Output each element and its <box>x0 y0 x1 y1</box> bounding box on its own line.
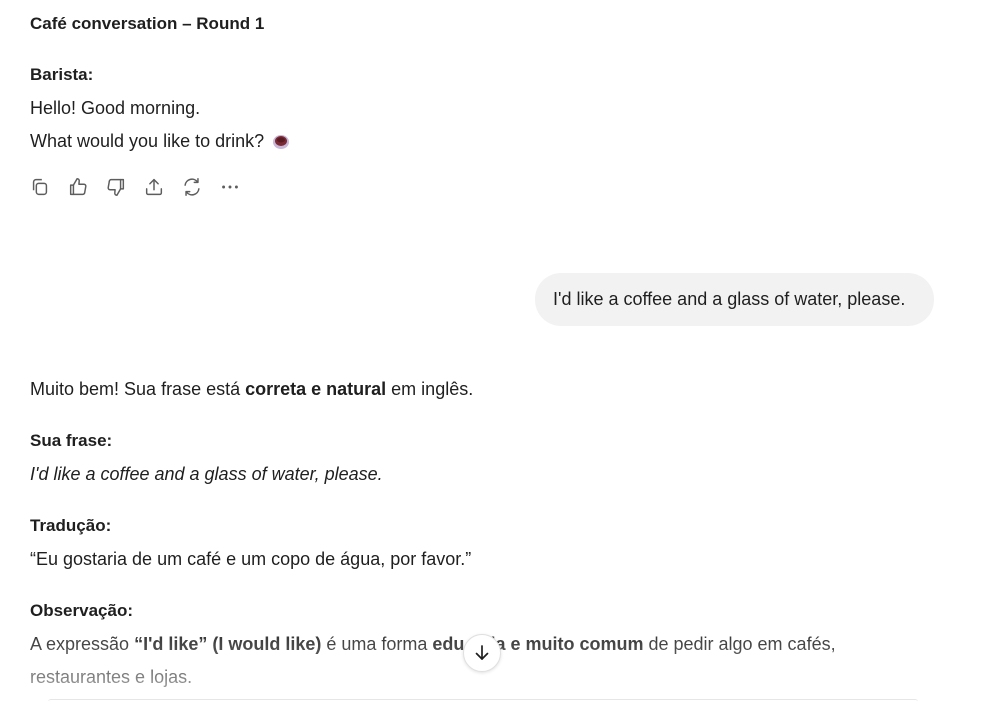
sentence-heading: Sua frase: <box>30 431 113 450</box>
response-intro: Muito bem! Sua frase está correta e natu… <box>30 377 473 401</box>
intro-bold: correta e natural <box>245 379 387 399</box>
coffee-cup-emoji-icon <box>272 132 290 150</box>
note-text: A expressão <box>30 634 135 654</box>
regenerate-icon <box>184 178 200 196</box>
more-icon <box>222 185 238 189</box>
note-heading: Observação: <box>30 601 133 620</box>
chat-page: Café conversation – Round 1 Barista: Hel… <box>0 0 984 701</box>
intro-text: Muito bem! Sua frase está <box>30 379 246 399</box>
assistant-line-2-text: What would you like to drink? <box>30 131 265 151</box>
scroll-to-bottom-button[interactable] <box>463 634 501 672</box>
thumbs-up-icon <box>69 178 87 196</box>
assistant-line-1: Hello! Good morning. <box>30 98 201 118</box>
message-actions <box>28 173 242 201</box>
translation-heading: Tradução: <box>30 516 112 535</box>
thumbs-down-button[interactable] <box>104 173 128 201</box>
regenerate-button[interactable] <box>180 173 204 201</box>
conversation-title: Café conversation – Round 1 <box>30 14 265 33</box>
note-text-mid: é uma forma <box>321 634 433 654</box>
user-sentence: I'd like a coffee and a glass of water, … <box>30 464 383 484</box>
assistant-line-2: What would you like to drink? <box>30 129 290 153</box>
note-line-1: A expressão “I'd like” (I would like) é … <box>30 632 836 656</box>
thumbs-up-button[interactable] <box>66 173 90 201</box>
copy-icon <box>32 178 48 196</box>
share-button[interactable] <box>142 173 166 201</box>
note-bold-expression: “I'd like” (I would like) <box>134 634 322 654</box>
translation-text: “Eu gostaria de um café e um copo de águ… <box>30 549 472 569</box>
user-message-bubble: I'd like a coffee and a glass of water, … <box>535 273 934 326</box>
speaker-label: Barista: <box>30 65 94 84</box>
share-icon <box>145 178 163 196</box>
arrow-down-icon <box>475 645 489 660</box>
more-options-button[interactable] <box>218 173 242 201</box>
note-bold-end: la e muito comum <box>490 634 644 654</box>
note-bold-start: edu <box>432 634 465 654</box>
thumbs-down-icon <box>107 178 125 196</box>
note-line-2: restaurantes e lojas. <box>30 667 193 687</box>
copy-button[interactable] <box>28 173 52 201</box>
intro-text-end: em inglês. <box>386 379 474 399</box>
note-text-end: de pedir algo em cafés, <box>643 634 836 654</box>
